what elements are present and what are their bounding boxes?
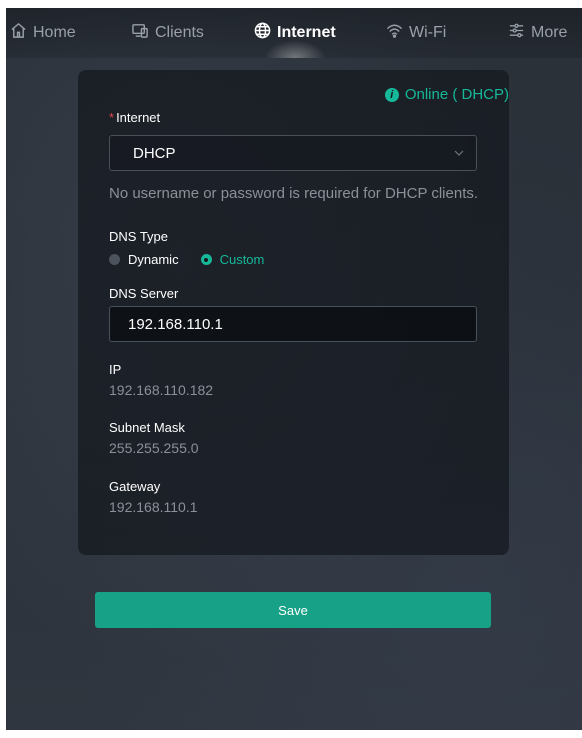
connection-status-text: Online ( DHCP) [404,86,509,103]
ip-value: 192.168.110.182 [109,382,214,398]
dns-type-custom-label: Custom [219,252,265,267]
subnet-mask-value: 255.255.255.0 [109,440,199,456]
globe-icon [254,22,271,44]
dns-server-label: DNS Server [109,286,179,301]
more-icon [508,22,525,44]
nav-wifi-label: Wi-Fi [409,24,447,41]
wifi-icon [386,22,403,44]
dns-type-custom-radio[interactable]: Custom [200,252,265,267]
dns-type-label: DNS Type [109,229,169,244]
dns-type-dynamic-label: Dynamic [128,252,179,267]
clients-icon [132,22,149,44]
ip-label: IP [109,362,122,377]
internet-type-value: DHCP [133,144,176,162]
radio-checked-icon [200,254,212,265]
internet-label: * Internet [109,110,161,125]
nav-more[interactable]: More [508,8,567,58]
internet-settings-card: i Online ( DHCP) * Internet DHCP No usern… [78,70,509,555]
nav-home[interactable]: Home [10,8,76,58]
dhcp-hint: No username or password is required for … [109,185,479,202]
gateway-value: 192.168.110.1 [109,499,198,515]
connection-status: i Online ( DHCP) [384,86,509,103]
subnet-mask-label: Subnet Mask [109,420,185,435]
nav-clients[interactable]: Clients [132,8,204,58]
nav-clients-label: Clients [155,24,204,41]
nav-more-label: More [531,24,568,41]
top-nav: Home Clients Internet Wi-Fi More [6,8,582,58]
save-button[interactable]: Save [95,592,491,628]
internet-type-select[interactable]: DHCP [109,135,477,171]
dns-type-dynamic-radio[interactable]: Dynamic [109,252,179,267]
nav-wifi[interactable]: Wi-Fi [386,8,446,58]
nav-internet-label: Internet [277,24,336,41]
required-marker: * [109,110,115,125]
dns-server-input[interactable] [109,306,477,342]
gateway-label: Gateway [109,479,161,494]
nav-home-label: Home [33,24,76,41]
home-icon [10,22,27,44]
radio-circle-icon [109,254,120,265]
nav-internet[interactable]: Internet [254,8,336,58]
info-icon: i [384,87,399,102]
chevron-down-icon [454,150,464,156]
app-frame: Home Clients Internet Wi-Fi More i Onlin… [6,8,582,730]
dns-type-group: Dynamic Custom [109,252,286,267]
